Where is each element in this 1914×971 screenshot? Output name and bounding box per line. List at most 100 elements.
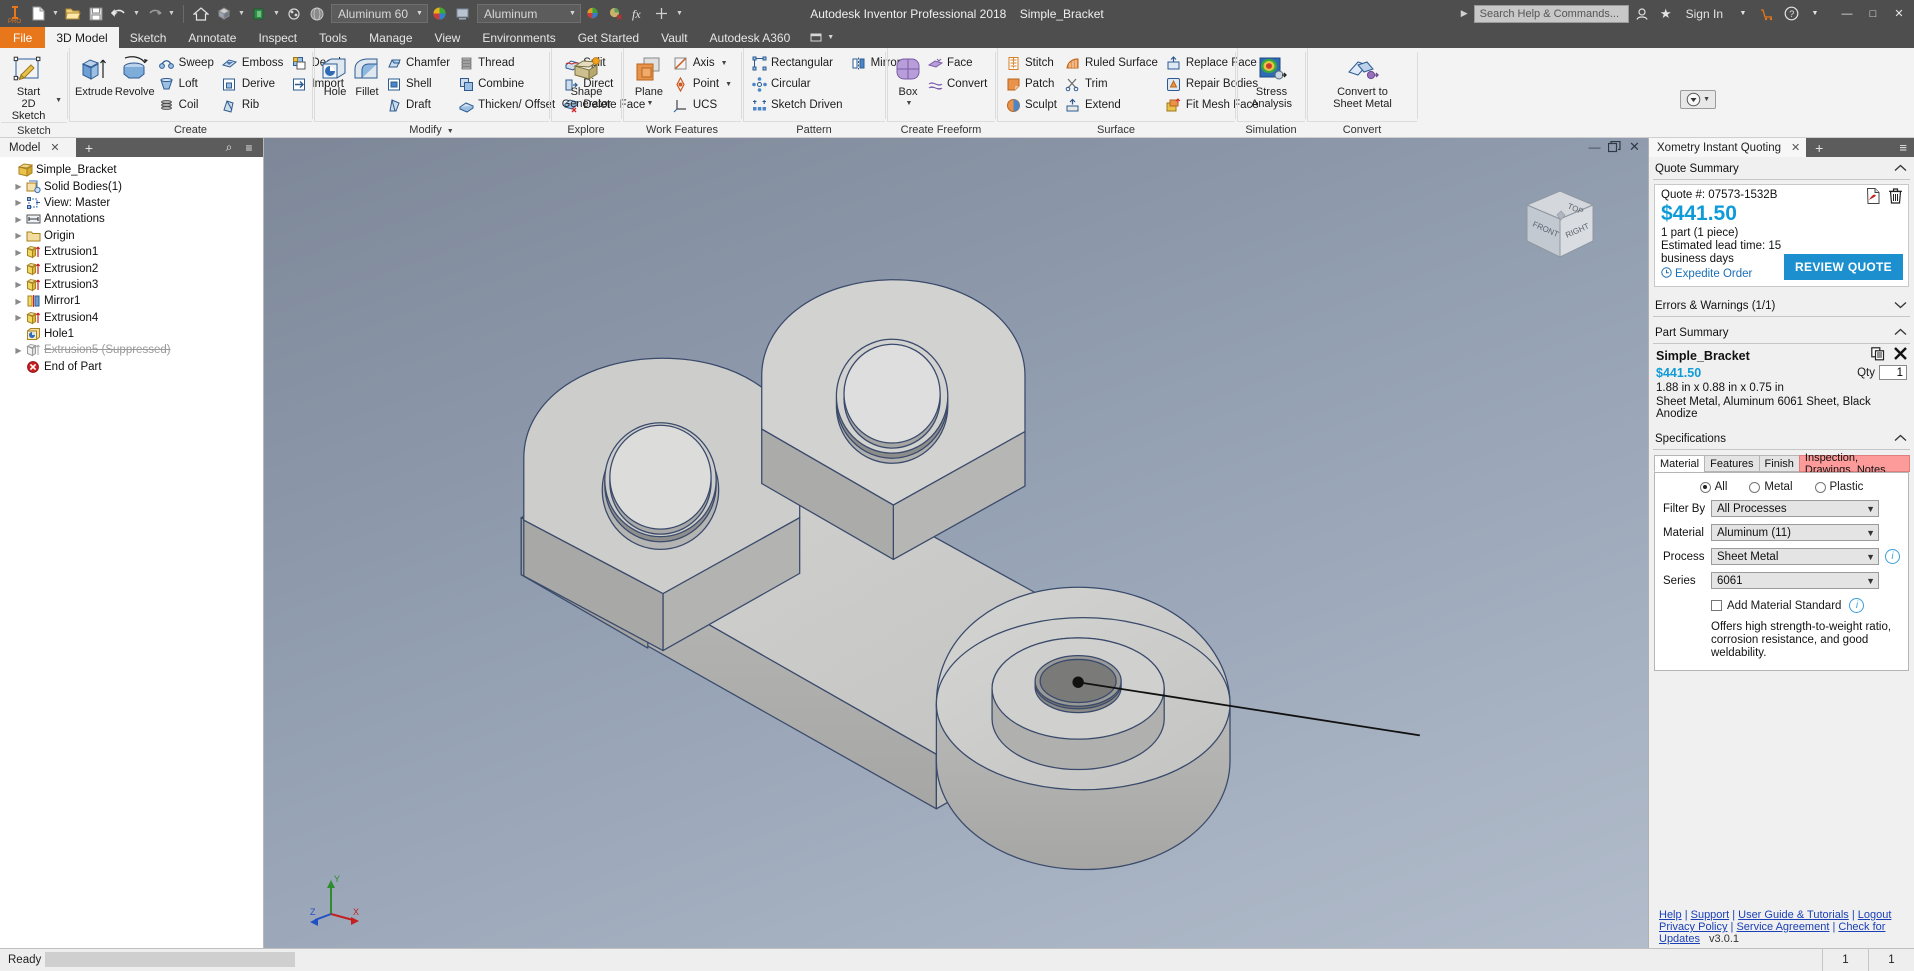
tab-vault[interactable]: Vault — [650, 27, 698, 48]
chevron-up-icon[interactable] — [1894, 164, 1907, 175]
bracket-3d-model[interactable] — [264, 138, 1648, 948]
appearance-preview-icon[interactable] — [452, 3, 474, 25]
chevron-down-icon[interactable]: ▼ — [1866, 576, 1875, 586]
radio-plastic-dot[interactable] — [1814, 481, 1826, 493]
logout-link[interactable]: Logout — [1858, 909, 1892, 921]
quote-summary-header[interactable]: Quote Summary — [1653, 159, 1910, 180]
tab-annotate[interactable]: Annotate — [177, 27, 247, 48]
sign-in-button[interactable]: Sign In — [1679, 3, 1730, 25]
start-2d-sketch-button[interactable]: Start 2D Sketch — [6, 52, 51, 122]
chevron-down-icon[interactable]: ▼ — [1866, 504, 1875, 514]
tree-expander[interactable]: ▶ — [12, 313, 25, 322]
chevron-down-icon[interactable] — [1894, 301, 1907, 312]
appearance-dropdown-icon[interactable]: ▼ — [271, 3, 282, 25]
tab-autodesk-a360[interactable]: Autodesk A360 — [699, 27, 802, 48]
tree-item-simple-bracket[interactable]: Simple_Bracket — [4, 162, 263, 178]
freeform-box-button[interactable]: Box ▼ — [893, 52, 923, 110]
close-icon[interactable]: ✕ — [50, 141, 59, 154]
filter-by-select[interactable]: All Processes ▼ — [1711, 500, 1879, 517]
search-expand-icon[interactable]: ▶ — [1461, 8, 1468, 19]
tab-3d-model[interactable]: 3D Model — [45, 27, 119, 48]
help-caret-icon[interactable]: ▼ — [1804, 3, 1826, 25]
minimize-button[interactable]: — — [1834, 1, 1860, 26]
material-combo-caret-icon[interactable]: ▼ — [416, 10, 423, 17]
tree-expander[interactable]: ▶ — [12, 198, 25, 207]
clear-appearance-icon[interactable] — [605, 3, 627, 25]
autodesk-store-icon[interactable] — [1756, 3, 1778, 25]
radio-plastic[interactable]: Plastic — [1814, 481, 1863, 493]
user-guide-tutorials-link[interactable]: User Guide & Tutorials — [1738, 909, 1849, 921]
tree-expander[interactable]: ▶ — [12, 248, 25, 257]
revolve-button[interactable]: Revolve — [115, 52, 155, 98]
tab-file[interactable]: File — [0, 27, 46, 48]
point-dropdown-icon[interactable]: ▼ — [725, 81, 732, 88]
tree-expander[interactable]: ▶ — [12, 182, 25, 191]
radio-all[interactable]: All — [1699, 481, 1727, 493]
process-select[interactable]: Sheet Metal ▼ — [1711, 548, 1879, 565]
close-button[interactable]: ✕ — [1886, 1, 1912, 26]
open-file-icon[interactable] — [62, 3, 84, 25]
tab-manage[interactable]: Manage — [358, 27, 423, 48]
rib-button[interactable]: Rib — [220, 95, 288, 115]
part-summary-header[interactable]: Part Summary — [1653, 323, 1910, 344]
trash-icon[interactable] — [1889, 188, 1902, 207]
draft-button[interactable]: Draft — [384, 95, 454, 115]
customize-toolbar-icon[interactable]: ▼ — [674, 3, 685, 25]
viewport-minimize-button[interactable]: — — [1587, 140, 1602, 154]
axis-button[interactable]: Axis ▼ — [671, 53, 736, 73]
tree-item-extrusion4[interactable]: ▶ Extrusion4 — [4, 310, 263, 326]
add-browser-tab-icon[interactable]: + — [76, 138, 102, 157]
ucs-button[interactable]: UCS — [671, 95, 736, 115]
tree-expander[interactable]: ▶ — [12, 231, 25, 240]
chevron-down-icon[interactable]: ▼ — [1866, 528, 1875, 538]
tree-item-solid-bodies[interactable]: ▶ Solid Bodies(1) — [4, 178, 263, 194]
visual-style-dropdown-icon[interactable]: ▼ — [236, 3, 247, 25]
errors-warnings-header[interactable]: Errors & Warnings (1/1) — [1653, 296, 1910, 317]
viewport-close-button[interactable]: ✕ — [1627, 139, 1642, 154]
material-select[interactable]: Aluminum (11) ▼ — [1711, 524, 1879, 541]
appearance-combo-caret-icon[interactable]: ▼ — [569, 10, 576, 17]
add-material-standard-checkbox[interactable] — [1711, 600, 1722, 611]
tree-expander[interactable]: ▶ — [12, 280, 25, 289]
plane-button[interactable]: Plane ▼ — [629, 52, 669, 110]
tab-get-started[interactable]: Get Started — [567, 27, 650, 48]
sculpt-button[interactable]: Sculpt — [1003, 95, 1061, 115]
sketch-driven-pattern-button[interactable]: Sketch Driven — [749, 95, 847, 115]
close-x-icon[interactable] — [1894, 347, 1907, 364]
combine-button[interactable]: Combine — [456, 74, 559, 94]
tree-item-hole1[interactable]: Hole1 — [4, 326, 263, 342]
convert-sheet-metal-button[interactable]: Convert to Sheet Metal — [1332, 52, 1394, 110]
tab-inspection-drawings-notes[interactable]: Inspection, Drawings, Notes — [1798, 452, 1910, 476]
search-input[interactable]: Search Help & Commands... — [1473, 4, 1629, 23]
modify-expand-icon[interactable]: ▼ — [447, 128, 454, 135]
tree-expander[interactable]: ▶ — [12, 346, 25, 355]
tree-item-extrusion1[interactable]: ▶ Extrusion1 — [4, 244, 263, 260]
tree-item-mirror1[interactable]: ▶ Mirror1 — [4, 293, 263, 309]
tree-expander[interactable]: ▶ — [12, 297, 25, 306]
stress-analysis-button[interactable]: Stress Analysis — [1243, 52, 1300, 110]
search-icon[interactable]: ⌕ — [220, 140, 238, 155]
color-wheel-icon[interactable] — [429, 3, 451, 25]
thread-button[interactable]: Thread — [456, 53, 559, 73]
tab-inspect[interactable]: Inspect — [247, 27, 308, 48]
viewport-restore-button[interactable] — [1607, 140, 1622, 154]
tree-item-view-master[interactable]: ▶ View: Master — [4, 195, 263, 211]
axis-dropdown-icon[interactable]: ▼ — [721, 60, 728, 67]
new-file-icon[interactable] — [27, 3, 49, 25]
home-view-icon[interactable] — [190, 3, 212, 25]
series-select[interactable]: 6061 ▼ — [1711, 572, 1879, 589]
maximize-button[interactable]: □ — [1860, 1, 1886, 26]
adjust-appearance-icon[interactable] — [582, 3, 604, 25]
rectangular-pattern-button[interactable]: Rectangular — [749, 53, 847, 73]
process-info-icon[interactable]: i — [1885, 549, 1900, 564]
appearance-combo[interactable]: Aluminum ▼ — [476, 4, 581, 23]
extrude-button[interactable]: Extrude — [75, 52, 113, 98]
privacy-policy-link[interactable]: Privacy Policy — [1659, 921, 1727, 933]
hole-button[interactable]: Hole — [320, 52, 350, 98]
fillet-button[interactable]: Fillet — [352, 52, 382, 98]
star-icon[interactable]: ★ — [1655, 3, 1677, 25]
tree-item-extrusion2[interactable]: ▶ Extrusion2 — [4, 260, 263, 276]
freeform-face-button[interactable]: Face — [925, 53, 991, 73]
circular-pattern-button[interactable]: Circular — [749, 74, 847, 94]
redo-dropdown-icon[interactable]: ▼ — [166, 3, 177, 25]
